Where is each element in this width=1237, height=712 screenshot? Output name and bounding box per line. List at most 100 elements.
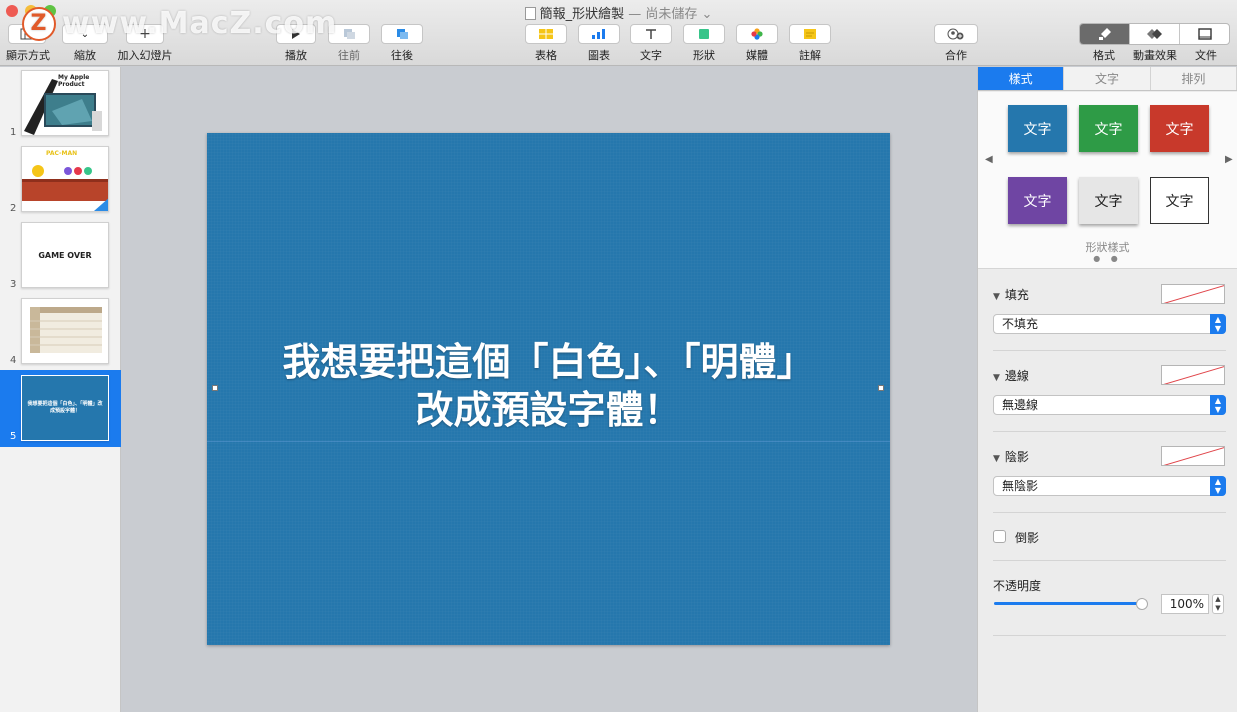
comment-button[interactable] bbox=[789, 24, 831, 44]
slide-text-box[interactable]: 我想要把這個「白色」、「明體」 改成預設字體！ bbox=[207, 338, 890, 434]
document-icon bbox=[524, 7, 536, 20]
opacity-title: 不透明度 bbox=[993, 579, 1042, 593]
view-label: 顯示方式 bbox=[6, 49, 50, 62]
style-preset-white[interactable]: 文字 bbox=[1150, 177, 1209, 224]
next-styles-icon[interactable]: ▶ bbox=[1225, 154, 1233, 165]
slide-navigator: 1 My Apple Product 2 PAC-MAN 3 GAME OVER… bbox=[0, 67, 121, 712]
shadow-select[interactable]: 無陰影 ▲ ▼ bbox=[993, 476, 1226, 496]
shadow-color-well[interactable] bbox=[1161, 446, 1225, 466]
format-button[interactable] bbox=[1080, 24, 1130, 44]
slide-number: 1 bbox=[10, 127, 17, 138]
add-person-icon bbox=[947, 28, 964, 40]
slide-text-line-1: 我想要把這個「白色」、「明體」 bbox=[282, 339, 815, 384]
slide-thumbnail-5[interactable]: 我想要把這個「白色」、「明體」改成預設字體！ bbox=[21, 375, 109, 441]
chart-label: 圖表 bbox=[588, 49, 610, 62]
macz-logo-icon: Z bbox=[22, 6, 56, 41]
send-backward-button[interactable] bbox=[381, 24, 423, 44]
opacity-field[interactable]: 100% bbox=[1161, 594, 1209, 614]
tab-arrange[interactable]: 排列 bbox=[1150, 67, 1237, 90]
fill-select[interactable]: 不填充 ▲ ▼ bbox=[993, 314, 1226, 334]
save-status: 尚未儲存 bbox=[645, 7, 698, 22]
style-preset-red[interactable]: 文字 bbox=[1150, 105, 1209, 152]
shadow-section-title[interactable]: ▼ 陰影 bbox=[993, 448, 1029, 465]
slide-thumbnail-row[interactable]: 1 My Apple Product bbox=[0, 67, 121, 142]
zoom-label: 縮放 bbox=[74, 49, 96, 62]
animate-label: 動畫效果 bbox=[1133, 49, 1177, 62]
shape-styles-panel: ◀ ▶ 文字 文字 文字 文字 文字 文字 形狀樣式 ● ● bbox=[978, 92, 1237, 269]
play-label: 播放 bbox=[285, 49, 307, 62]
fill-section-title[interactable]: ▼ 填充 bbox=[993, 286, 1029, 303]
opacity-stepper[interactable]: ▲ ▼ bbox=[1212, 594, 1224, 614]
animate-button[interactable] bbox=[1130, 24, 1180, 44]
styles-caption: 形狀樣式 bbox=[1085, 241, 1130, 254]
divider bbox=[993, 512, 1226, 513]
table-icon bbox=[539, 29, 553, 39]
slide-thumbnail-row[interactable]: 3 GAME OVER bbox=[0, 219, 121, 294]
style-preset-green[interactable]: 文字 bbox=[1079, 105, 1138, 152]
border-color-well[interactable] bbox=[1161, 365, 1225, 385]
fill-color-well[interactable] bbox=[1161, 284, 1225, 304]
style-preset-purple[interactable]: 文字 bbox=[1008, 177, 1067, 224]
slide-thumb-title: 我想要把這個「白色」、「明體」改成預設字體！ bbox=[27, 401, 103, 414]
slide-thumbnail-3[interactable]: GAME OVER bbox=[21, 222, 109, 288]
divider bbox=[993, 560, 1226, 561]
bring-forward-icon bbox=[344, 29, 355, 39]
slide-thumbnail-row-selected[interactable]: 5 我想要把這個「白色」、「明體」改成預設字體！ bbox=[0, 370, 121, 447]
resize-handle-right[interactable] bbox=[878, 385, 884, 391]
slide[interactable]: 我想要把這個「白色」、「明體」 改成預設字體！ bbox=[207, 133, 890, 645]
text-baseline-guide bbox=[207, 441, 890, 442]
opacity-slider-knob[interactable] bbox=[1136, 598, 1148, 610]
tab-text[interactable]: 文字 bbox=[1064, 67, 1151, 90]
square-shape-icon bbox=[699, 29, 709, 39]
title-separator: — bbox=[628, 7, 642, 22]
page-dots[interactable]: ● ● bbox=[978, 254, 1237, 263]
style-preset-label: 文字 bbox=[1094, 121, 1123, 138]
chevron-updown-icon: ▲ ▼ bbox=[1210, 476, 1226, 496]
divider bbox=[993, 350, 1226, 351]
resize-handle-left[interactable] bbox=[212, 385, 218, 391]
shape-button[interactable] bbox=[683, 24, 725, 44]
collaborate-button[interactable] bbox=[934, 24, 978, 44]
bar-chart-icon bbox=[592, 29, 605, 39]
opacity-slider[interactable] bbox=[994, 602, 1142, 605]
slide-thumbnail-row[interactable]: 4 bbox=[0, 295, 121, 370]
inspector-tabs: 樣式 文字 排列 bbox=[978, 67, 1237, 91]
send-backward-label: 往後 bbox=[391, 49, 413, 62]
divider bbox=[993, 431, 1226, 432]
border-section-title[interactable]: ▼ 邊線 bbox=[993, 367, 1029, 384]
slide-thumbnail-4[interactable] bbox=[21, 298, 109, 364]
document-panel-icon bbox=[1197, 28, 1212, 40]
document-name: 簡報_形狀繪製 bbox=[539, 7, 625, 22]
border-select[interactable]: 無邊線 ▲ ▼ bbox=[993, 395, 1226, 415]
reflection-checkbox[interactable] bbox=[993, 530, 1006, 543]
reflection-title: 倒影 bbox=[1015, 531, 1040, 545]
inspector-segmented-control bbox=[1079, 23, 1230, 45]
style-preset-blue[interactable]: 文字 bbox=[1008, 105, 1067, 152]
text-label: 文字 bbox=[640, 49, 662, 62]
product-image bbox=[24, 79, 102, 135]
no-color-icon bbox=[1163, 366, 1224, 384]
media-label: 媒體 bbox=[746, 49, 768, 62]
fill-title: 填充 bbox=[1004, 288, 1029, 302]
chevron-down-icon[interactable]: ⌄ bbox=[697, 7, 713, 22]
text-button[interactable] bbox=[630, 24, 672, 44]
add-slide-label: 加入幻燈片 bbox=[117, 49, 173, 62]
shadow-value: 無陰影 bbox=[1002, 479, 1039, 493]
slide-thumbnail-2[interactable]: PAC-MAN bbox=[21, 146, 109, 212]
tab-style[interactable]: 樣式 bbox=[978, 67, 1065, 90]
previous-styles-icon[interactable]: ◀ bbox=[985, 154, 993, 165]
border-title: 邊線 bbox=[1004, 369, 1029, 383]
chart-button[interactable] bbox=[578, 24, 620, 44]
document-button[interactable] bbox=[1180, 24, 1229, 44]
style-preset-gray[interactable]: 文字 bbox=[1079, 177, 1138, 224]
table-button[interactable] bbox=[525, 24, 567, 44]
media-button[interactable] bbox=[736, 24, 778, 44]
slide-canvas: 我想要把這個「白色」、「明體」 改成預設字體！ bbox=[122, 67, 976, 712]
text-icon bbox=[646, 29, 656, 39]
photos-icon bbox=[751, 28, 763, 40]
format-inspector: 樣式 文字 排列 ◀ ▶ 文字 文字 文字 文字 文字 文字 形狀樣式 ● ● … bbox=[977, 67, 1237, 712]
slide-thumbnail-row[interactable]: 2 PAC-MAN bbox=[0, 143, 121, 218]
slide-text-line-2: 改成預設字體！ bbox=[415, 387, 682, 432]
paintbrush-icon bbox=[1098, 28, 1111, 40]
slide-thumbnail-1[interactable]: My Apple Product bbox=[21, 70, 109, 136]
